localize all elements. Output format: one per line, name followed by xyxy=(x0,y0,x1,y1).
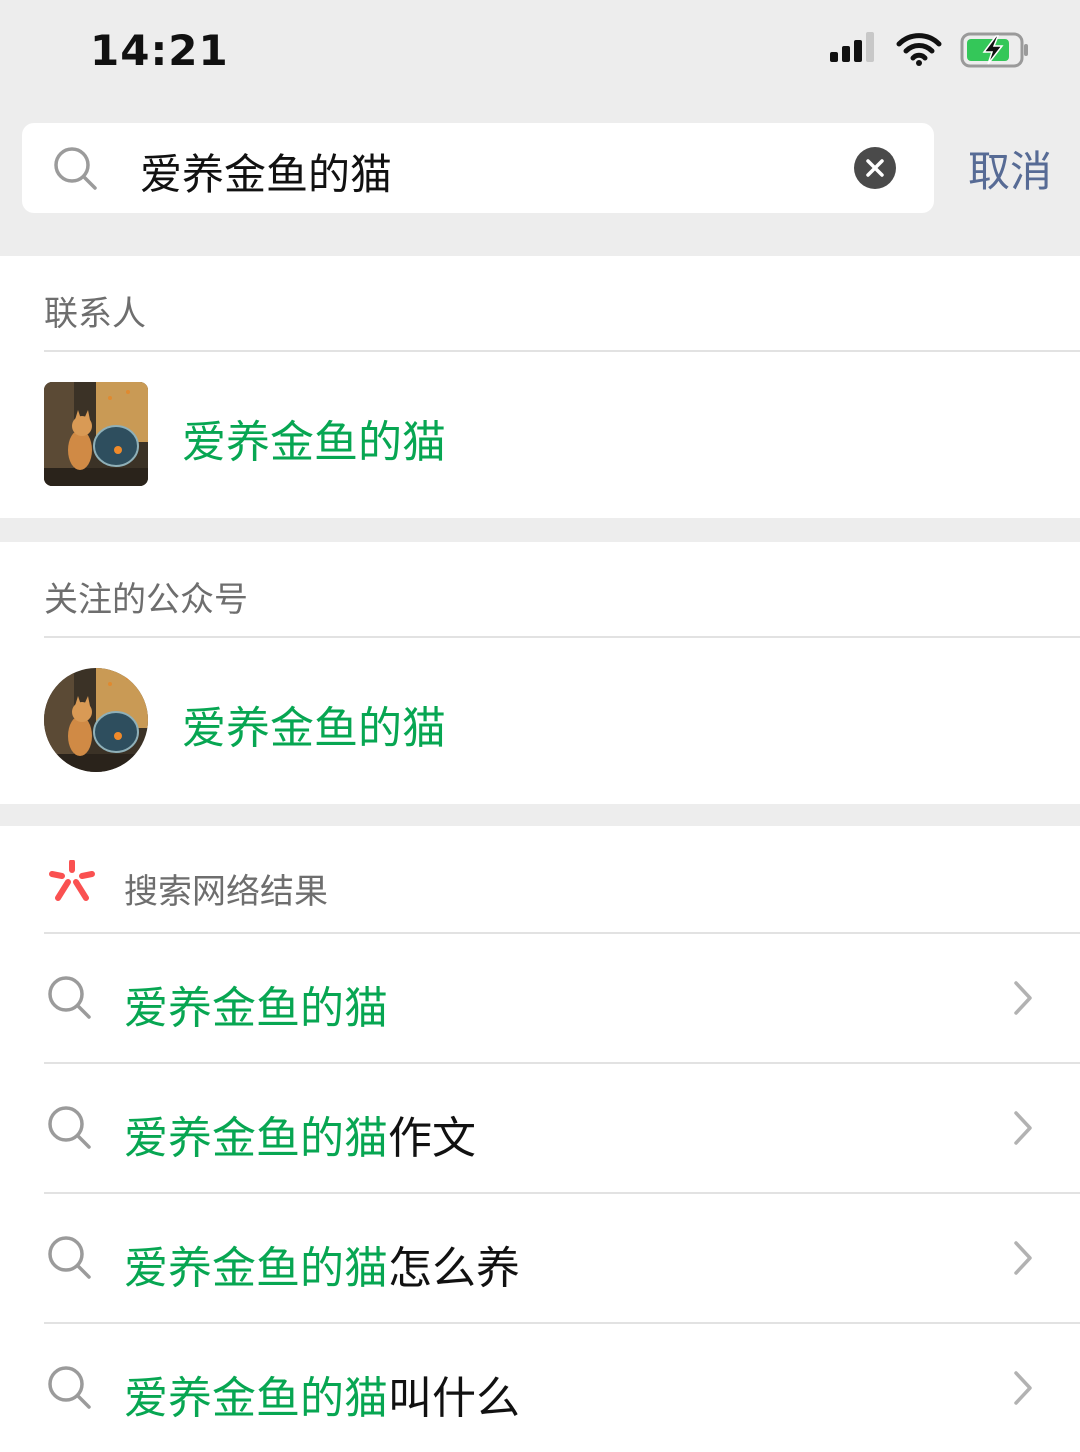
accounts-section: 关注的公众号 爱养金鱼的猫 xyxy=(0,542,1080,804)
search-icon xyxy=(46,1234,92,1284)
search-suggestion[interactable]: 爱养金鱼的猫 xyxy=(0,934,1080,1062)
suggestion-text: 爱养金鱼的猫 xyxy=(124,972,388,1036)
contact-item[interactable]: 爱养金鱼的猫 xyxy=(0,352,1080,518)
search-suggestion[interactable]: 爱养金鱼的猫怎么养 xyxy=(0,1194,1080,1322)
sou-icon xyxy=(48,859,96,908)
cancel-button[interactable]: 取消 xyxy=(968,138,1052,199)
web-results-section: 搜索网络结果 爱养金鱼的猫 爱养金鱼的猫作文 爱养金鱼的猫怎么养 爱养金鱼的猫叫… xyxy=(0,826,1080,1452)
contacts-section: 联系人 爱养金鱼的猫 xyxy=(0,256,1080,518)
web-results-header: 搜索网络结果 xyxy=(0,826,1080,932)
web-results-label: 搜索网络结果 xyxy=(124,872,328,912)
account-name: 爱养金鱼的猫 xyxy=(182,703,446,754)
chevron-right-icon xyxy=(1012,1240,1034,1280)
suggestion-text: 爱养金鱼的猫作文 xyxy=(124,1102,476,1166)
suggestion-text: 爱养金鱼的猫怎么养 xyxy=(124,1232,520,1296)
account-item[interactable]: 爱养金鱼的猫 xyxy=(0,638,1080,804)
clear-icon[interactable] xyxy=(854,147,896,189)
search-row: 爱养金鱼的猫 取消 xyxy=(0,100,1080,256)
status-icons xyxy=(830,30,1030,74)
avatar xyxy=(44,382,148,486)
section-header: 联系人 xyxy=(0,256,1080,350)
section-gap xyxy=(0,804,1080,826)
battery-charging-icon xyxy=(960,31,1030,73)
avatar xyxy=(44,668,148,772)
search-suggestion[interactable]: 爱养金鱼的猫作文 xyxy=(0,1064,1080,1192)
suggestion-rest: 作文 xyxy=(388,1113,476,1164)
search-input[interactable]: 爱养金鱼的猫 xyxy=(22,123,934,213)
chevron-right-icon xyxy=(1012,1370,1034,1410)
suggestion-rest: 叫什么 xyxy=(388,1373,520,1424)
contact-name: 爱养金鱼的猫 xyxy=(182,417,446,468)
section-header: 关注的公众号 xyxy=(0,542,1080,636)
status-time: 14:21 xyxy=(90,26,229,75)
search-icon xyxy=(52,145,98,195)
section-gap xyxy=(0,518,1080,542)
suggestion-highlight: 爱养金鱼的猫 xyxy=(124,1373,388,1424)
suggestion-highlight: 爱养金鱼的猫 xyxy=(124,983,388,1034)
suggestion-text: 爱养金鱼的猫叫什么 xyxy=(124,1362,520,1426)
search-suggestion[interactable]: 爱养金鱼的猫叫什么 xyxy=(0,1324,1080,1452)
suggestion-highlight: 爱养金鱼的猫 xyxy=(124,1243,388,1294)
chevron-right-icon xyxy=(1012,980,1034,1020)
signal-icon xyxy=(830,30,878,74)
search-query: 爱养金鱼的猫 xyxy=(140,150,393,199)
accounts-header: 关注的公众号 xyxy=(44,580,248,620)
contacts-header: 联系人 xyxy=(44,294,146,334)
chevron-right-icon xyxy=(1012,1110,1034,1150)
suggestion-rest: 怎么养 xyxy=(388,1243,520,1294)
search-icon xyxy=(46,974,92,1024)
wifi-icon xyxy=(896,32,942,72)
suggestion-highlight: 爱养金鱼的猫 xyxy=(124,1113,388,1164)
status-bar: 14:21 xyxy=(0,0,1080,100)
search-icon xyxy=(46,1104,92,1154)
search-icon xyxy=(46,1364,92,1414)
